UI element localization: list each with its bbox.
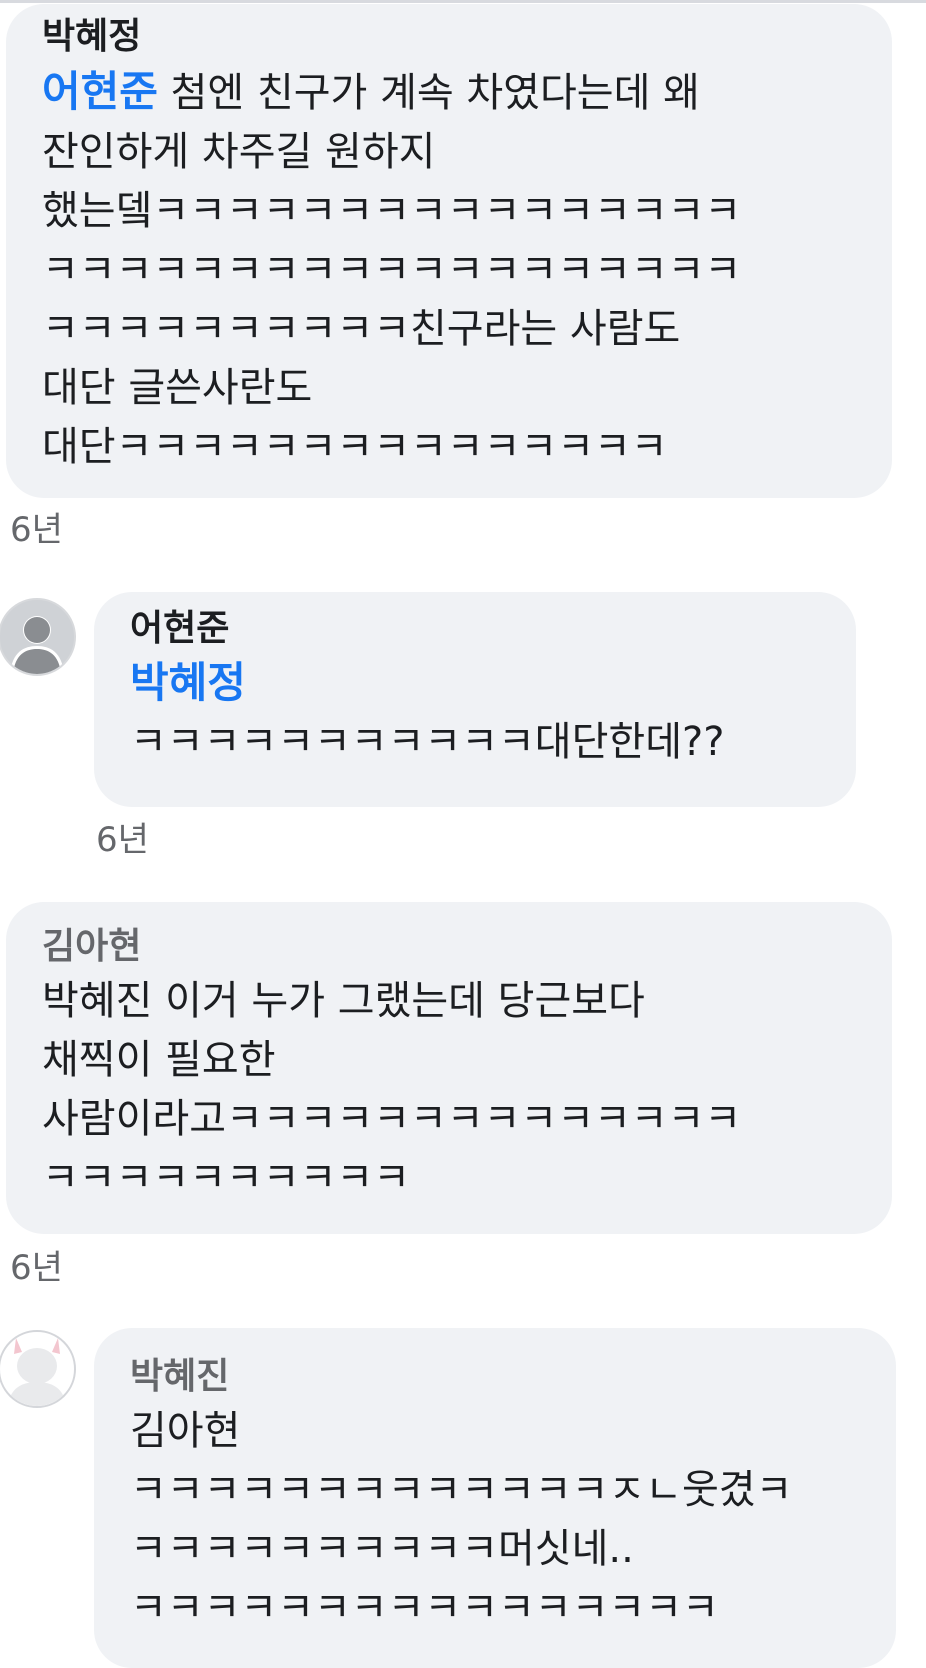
comment-text-line: ㅋㅋㅋㅋㅋㅋㅋㅋㅋㅋㅋㅋㅋㅋㅋㅋ	[130, 1585, 719, 1631]
comment-text-line: 박혜정	[130, 654, 856, 713]
comment-author[interactable]: 박혜진	[130, 1352, 896, 1402]
comment-text-line: 했는뎈ㅋㅋㅋㅋㅋㅋㅋㅋㅋㅋㅋㅋㅋㅋㅋㅋ	[42, 188, 742, 234]
comment-timestamp[interactable]: 6년	[10, 1248, 63, 1288]
comment-timestamp[interactable]: 6년	[10, 510, 63, 550]
avatar-default[interactable]	[0, 598, 76, 676]
comment-bubble: 박혜진 김아현 ㅋㅋㅋㅋㅋㅋㅋㅋㅋㅋㅋㅋㅋㅈㄴ웃겼ㅋ ㅋㅋㅋㅋㅋㅋㅋㅋㅋㅋ머싯네…	[94, 1328, 896, 1668]
comment-bubble: 김아현 박혜진 이거 누가 그랬는데 당근보다 채찍이 필요한 사람이라고ㅋㅋㅋ…	[6, 902, 892, 1234]
comment-text-line: 대단ㅋㅋㅋㅋㅋㅋㅋㅋㅋㅋㅋㅋㅋㅋㅋ	[42, 424, 668, 470]
avatar-cat-profile[interactable]	[0, 1330, 76, 1408]
cat-silhouette-icon	[8, 1338, 66, 1406]
comment-text-line: 사람이라고ㅋㅋㅋㅋㅋㅋㅋㅋㅋㅋㅋㅋㅋㅋ	[42, 1096, 742, 1142]
comment-text-line: ㅋㅋㅋㅋㅋㅋㅋㅋㅋㅋㅋ대단한데??	[130, 719, 725, 765]
comment-author[interactable]: 김아현	[42, 922, 892, 972]
comment-text-line: 어현준 첨엔 친구가 계속 차였다는데 왜	[42, 67, 700, 116]
comment-bubble: 박혜정 어현준 첨엔 친구가 계속 차였다는데 왜 잔인하게 차주길 원하지 했…	[6, 4, 892, 498]
top-divider	[0, 0, 926, 3]
comment-timestamp[interactable]: 6년	[96, 820, 149, 860]
comment-text-line: ㅋㅋㅋㅋㅋㅋㅋㅋㅋㅋ머싯네..	[130, 1526, 634, 1572]
user-silhouette-icon	[10, 616, 64, 674]
comment-text-line: ㅋㅋㅋㅋㅋㅋㅋㅋㅋㅋ	[42, 1155, 410, 1201]
comment-text-line: 대단 글쓴사란도	[42, 365, 313, 411]
mention-link[interactable]: 어현준	[42, 67, 158, 116]
comment-text-line: 김아현	[130, 1408, 241, 1454]
comment-bubble: 어현준 박혜정 ㅋㅋㅋㅋㅋㅋㅋㅋㅋㅋㅋ대단한데??	[94, 592, 856, 807]
comment-text-line: ㅋㅋㅋㅋㅋㅋㅋㅋㅋㅋㅋㅋㅋㅈㄴ웃겼ㅋ	[130, 1467, 793, 1513]
comment-text-line: 잔인하게 차주길 원하지	[42, 129, 436, 175]
comment-author[interactable]: 어현준	[130, 604, 856, 654]
comment-text-line: 박혜진 이거 누가 그랬는데 당근보다	[42, 978, 645, 1024]
comment-text-line: ㅋㅋㅋㅋㅋㅋㅋㅋㅋㅋ친구라는 사람도	[42, 306, 681, 352]
comment-author[interactable]: 박혜정	[42, 12, 892, 62]
mention-link[interactable]: 박혜정	[130, 658, 246, 707]
comment-text-line: 채찍이 필요한	[42, 1037, 276, 1083]
comment-text-line: ㅋㅋㅋㅋㅋㅋㅋㅋㅋㅋㅋㅋㅋㅋㅋㅋㅋㅋㅋ	[42, 247, 742, 293]
